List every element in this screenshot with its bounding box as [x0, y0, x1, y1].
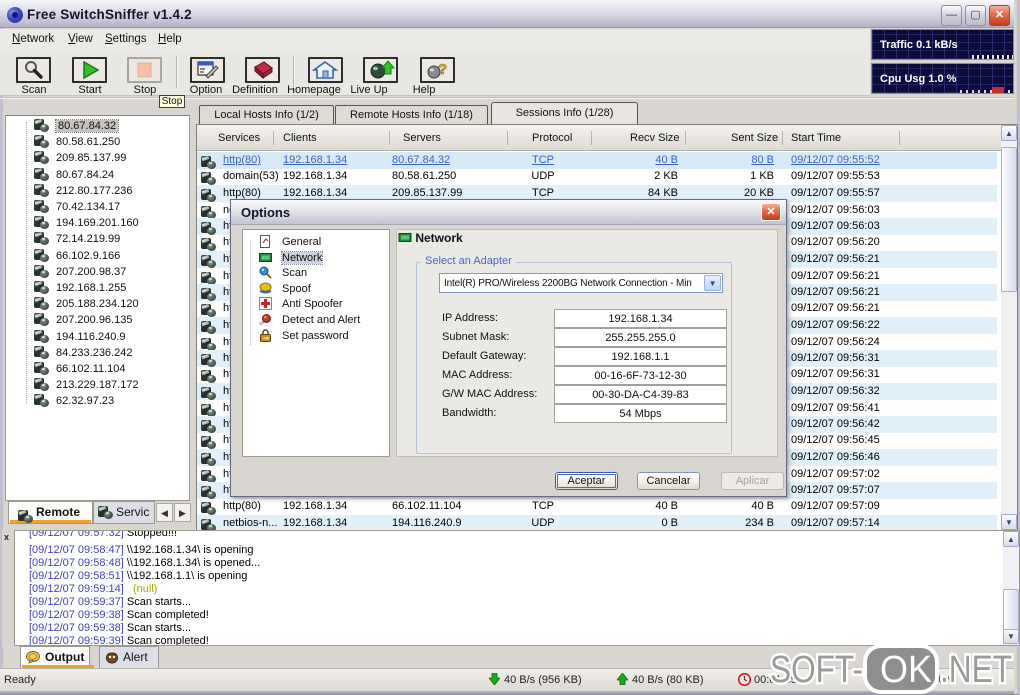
svg-text:.NET: .NET	[940, 649, 1012, 691]
svg-text:?: ?	[438, 61, 447, 78]
svg-text:OK: OK	[880, 649, 932, 691]
svg-text:SOFT-: SOFT-	[770, 649, 863, 691]
